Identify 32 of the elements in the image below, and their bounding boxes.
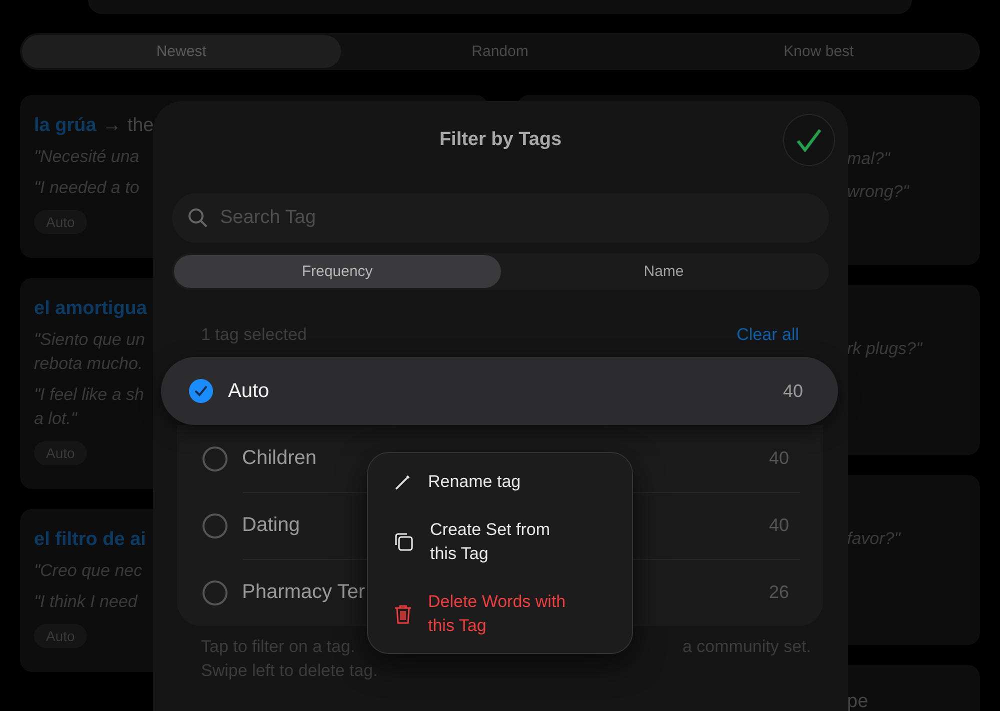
arrow-glyph: → <box>102 115 122 137</box>
tag-row[interactable]: Auto 40 <box>161 357 838 425</box>
tag-count: 26 <box>768 582 789 603</box>
tag-name[interactable]: Children <box>242 447 316 470</box>
word-term: el amortigua <box>34 298 147 320</box>
tag-name[interactable]: Dating <box>242 514 300 537</box>
word-term: la grúa <box>34 115 96 137</box>
checked-circle-icon[interactable] <box>188 378 214 404</box>
radio-circle-icon[interactable] <box>202 446 228 472</box>
confirm-button[interactable] <box>783 114 835 166</box>
radio-circle-icon[interactable] <box>202 512 228 538</box>
sort-tab[interactable]: Frequency <box>174 255 500 288</box>
menu-item[interactable]: Delete Words with this Tag <box>368 585 632 643</box>
checkmark-icon <box>796 128 822 152</box>
dialog-title: Filter by Tags <box>439 129 562 151</box>
tag-count: 40 <box>768 515 789 536</box>
menu-label: Create Set from this Tag <box>430 519 550 565</box>
menu-label: Delete Words with this Tag <box>428 591 566 637</box>
tag-name[interactable]: Pharmacy Ter <box>242 581 366 604</box>
word-term: el filtro de ai <box>34 529 146 551</box>
radio-circle-icon[interactable] <box>202 580 228 606</box>
tag-name: Auto <box>228 380 270 402</box>
tag-count: 40 <box>782 380 803 402</box>
tag-count: 40 <box>768 448 789 469</box>
trash-icon <box>394 604 412 624</box>
sort-tab[interactable]: Name <box>500 255 827 288</box>
copy-icon <box>394 532 414 552</box>
pencil-icon <box>394 473 412 491</box>
menu-label: Rename tag <box>428 471 521 493</box>
menu-item[interactable]: Rename tag <box>368 465 632 499</box>
menu-item[interactable]: Create Set from this Tag <box>368 513 632 571</box>
search-icon <box>188 208 208 228</box>
